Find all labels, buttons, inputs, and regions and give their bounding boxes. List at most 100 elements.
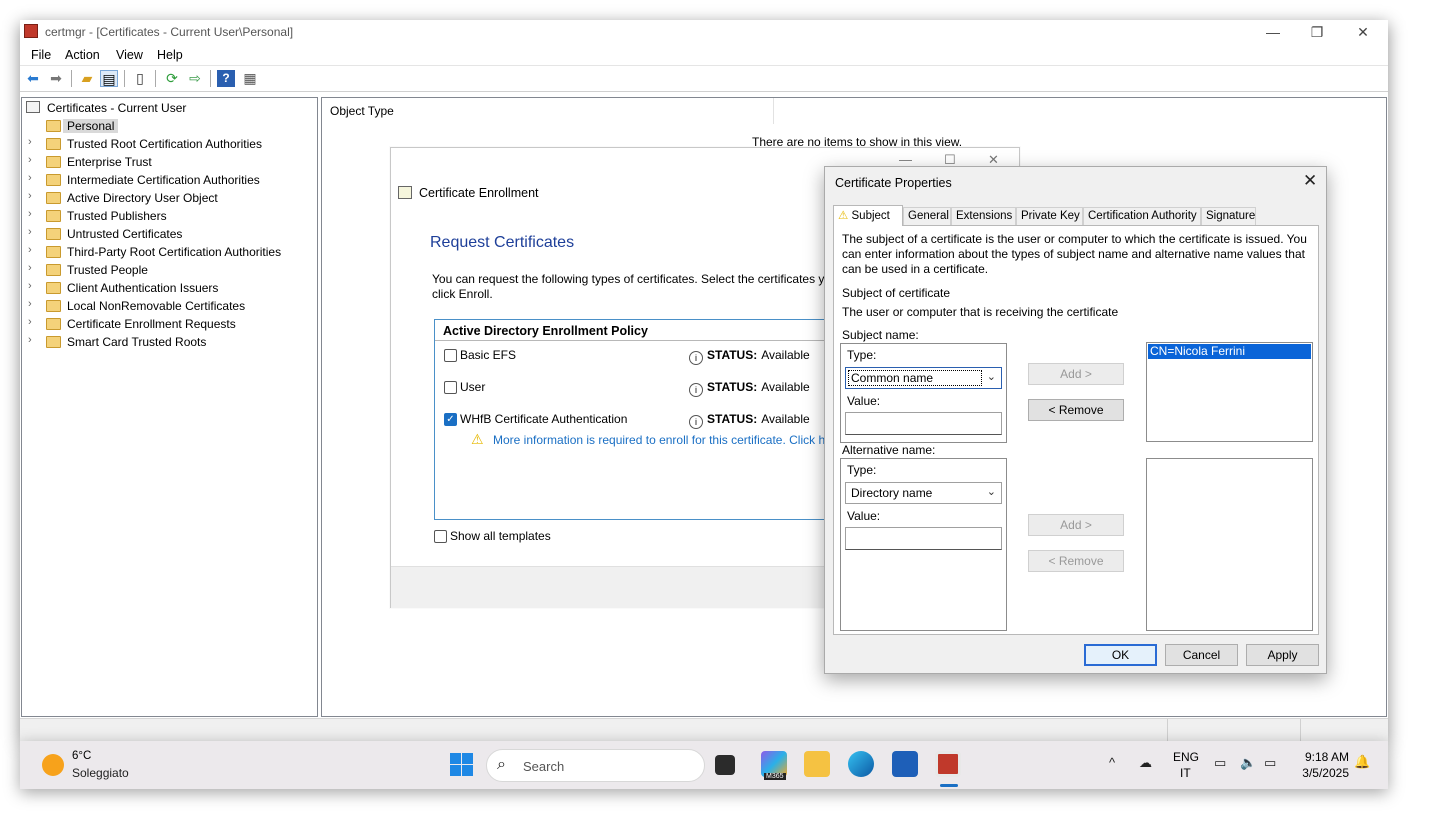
refresh-icon[interactable]: ⟳ <box>163 70 181 87</box>
microsoft-store-icon[interactable] <box>892 751 918 777</box>
edge-icon[interactable] <box>848 751 874 777</box>
list-item[interactable]: CN=Nicola Ferrini <box>1148 344 1311 359</box>
volume-muted-icon[interactable]: 🔈 <box>1240 755 1256 771</box>
menu-view[interactable]: View <box>116 48 143 62</box>
folder-icon <box>46 300 61 312</box>
help-icon[interactable]: ? <box>217 70 235 87</box>
chevron-right-icon[interactable]: › <box>28 208 32 220</box>
type-label: Type: <box>847 463 877 477</box>
language-indicator[interactable]: ENG <box>1173 750 1199 764</box>
back-icon[interactable]: ⬅ <box>24 70 42 87</box>
menu-action[interactable]: Action <box>65 48 100 62</box>
weather-sun-icon[interactable] <box>42 754 64 776</box>
weather-temperature[interactable]: 6°C <box>72 750 91 762</box>
weather-description[interactable]: Soleggiato <box>72 766 129 780</box>
enrollment-policy-list: Active Directory Enrollment Policy Basic… <box>434 319 854 520</box>
column-divider[interactable] <box>773 98 774 124</box>
subject-value-input[interactable] <box>845 412 1002 435</box>
tab-extensions[interactable]: Extensions <box>951 207 1016 225</box>
alt-type-select[interactable]: Directory name ⌄ <box>845 482 1002 504</box>
subject-type-select[interactable]: Common name ⌄ <box>845 367 1002 389</box>
alt-add-button[interactable]: Add > <box>1028 514 1124 536</box>
close-button[interactable]: ✕ <box>1340 20 1386 44</box>
search-icon: ⌕ <box>497 756 506 773</box>
tree-item-label: Trusted People <box>67 263 148 277</box>
user-checkbox[interactable] <box>444 381 457 394</box>
props-close-button[interactable]: ✕ <box>1303 171 1317 191</box>
alt-value-input[interactable] <box>845 527 1002 550</box>
props-tabs: ⚠ Subject General Extensions Private Key… <box>833 205 1320 226</box>
clock-date[interactable]: 3/5/2025 <box>1294 766 1349 780</box>
tree-item-label: Intermediate Certification Authorities <box>67 173 260 187</box>
toolbar: ⬅ ➡ ▰ ▤ ▯ ⟳ ⇨ ? ▦ <box>20 66 1388 92</box>
ok-button[interactable]: OK <box>1084 644 1157 666</box>
enroll-heading: Request Certificates <box>430 234 575 251</box>
chevron-right-icon[interactable]: › <box>28 136 32 148</box>
more-info-link[interactable]: More information is required to enroll f… <box>493 433 825 447</box>
restore-button[interactable]: ❐ <box>1294 20 1340 44</box>
folder-icon <box>46 336 61 348</box>
subject-remove-button[interactable]: < Remove <box>1028 399 1124 421</box>
cancel-button[interactable]: Cancel <box>1165 644 1238 666</box>
chevron-right-icon[interactable]: › <box>28 280 32 292</box>
battery-icon[interactable]: ▭ <box>1264 755 1276 771</box>
keyboard-layout[interactable]: IT <box>1180 766 1191 780</box>
props-dialog-title: Certificate Properties <box>835 176 952 190</box>
menu-file[interactable]: File <box>31 48 51 62</box>
enroll-minimize-button[interactable]: — <box>899 152 912 167</box>
alternative-name-label: Alternative name: <box>842 443 936 457</box>
export-icon[interactable]: ⇨ <box>186 70 204 87</box>
menu-help[interactable]: Help <box>157 48 183 62</box>
chevron-up-icon[interactable]: ^ <box>1109 755 1115 770</box>
notification-bell-icon[interactable]: 🔔 <box>1354 754 1370 770</box>
chevron-right-icon[interactable]: › <box>28 154 32 166</box>
warning-icon: ⚠ <box>838 210 849 222</box>
file-explorer-icon[interactable] <box>804 751 830 777</box>
console-tree-icon[interactable]: ▦ <box>241 70 259 87</box>
subject-name-group: Type: Common name ⌄ Value: <box>840 343 1007 443</box>
task-view-icon[interactable] <box>715 755 735 775</box>
tab-signature[interactable]: Signature <box>1201 207 1256 225</box>
onedrive-icon[interactable]: ☁ <box>1139 755 1152 771</box>
basic-efs-checkbox[interactable] <box>444 349 457 362</box>
m365-copilot-icon[interactable]: M365 <box>761 751 787 780</box>
subject-values-list[interactable]: CN=Nicola Ferrini <box>1146 342 1313 442</box>
taskbar-search[interactable]: ⌕ Search <box>486 749 705 782</box>
apply-button[interactable]: Apply <box>1246 644 1319 666</box>
taskbar: 6°C Soleggiato ⌕ Search M365 ^ ☁ ENG IT … <box>20 741 1388 789</box>
show-all-templates-label[interactable]: Show all templates <box>450 529 551 543</box>
tab-certification-authority[interactable]: Certification Authority <box>1083 207 1201 225</box>
chevron-right-icon[interactable]: › <box>28 226 32 238</box>
tree-root-label: Certificates - Current User <box>47 101 187 115</box>
show-all-templates-checkbox[interactable] <box>434 530 447 543</box>
whfb-checkbox[interactable]: ✓ <box>444 413 457 426</box>
tree-item-label: Certificate Enrollment Requests <box>67 317 236 331</box>
chevron-right-icon[interactable]: › <box>28 172 32 184</box>
certmgr-taskbar-icon[interactable] <box>935 751 961 777</box>
column-header-object-type[interactable]: Object Type <box>330 104 394 118</box>
chevron-right-icon[interactable]: › <box>28 190 32 202</box>
window-title: certmgr - [Certificates - Current User\P… <box>45 25 294 39</box>
chevron-right-icon[interactable]: › <box>28 244 32 256</box>
alt-values-list[interactable] <box>1146 458 1313 631</box>
subject-intro: The subject of a certificate is the user… <box>842 232 1307 276</box>
tab-subject[interactable]: ⚠ Subject <box>833 205 903 226</box>
chevron-right-icon[interactable]: › <box>28 298 32 310</box>
chevron-right-icon[interactable]: › <box>28 262 32 274</box>
alt-remove-button[interactable]: < Remove <box>1028 550 1124 572</box>
subject-add-button[interactable]: Add > <box>1028 363 1124 385</box>
up-folder-icon[interactable]: ▰ <box>78 70 96 87</box>
forward-icon[interactable]: ➡ <box>47 70 65 87</box>
network-icon[interactable]: ▭ <box>1214 755 1226 771</box>
show-hide-tree-icon[interactable]: ▤ <box>100 70 118 87</box>
info-icon: i <box>689 351 703 365</box>
clipboard-icon[interactable]: ▯ <box>131 70 149 87</box>
chevron-right-icon[interactable]: › <box>28 316 32 328</box>
tab-general[interactable]: General <box>903 207 951 225</box>
minimize-button[interactable]: — <box>1250 20 1296 44</box>
chevron-right-icon[interactable]: › <box>28 334 32 346</box>
windows-start-icon[interactable] <box>450 753 473 776</box>
folder-icon <box>46 318 61 330</box>
clock-time[interactable]: 9:18 AM <box>1299 750 1349 764</box>
tab-private-key[interactable]: Private Key <box>1016 207 1083 225</box>
